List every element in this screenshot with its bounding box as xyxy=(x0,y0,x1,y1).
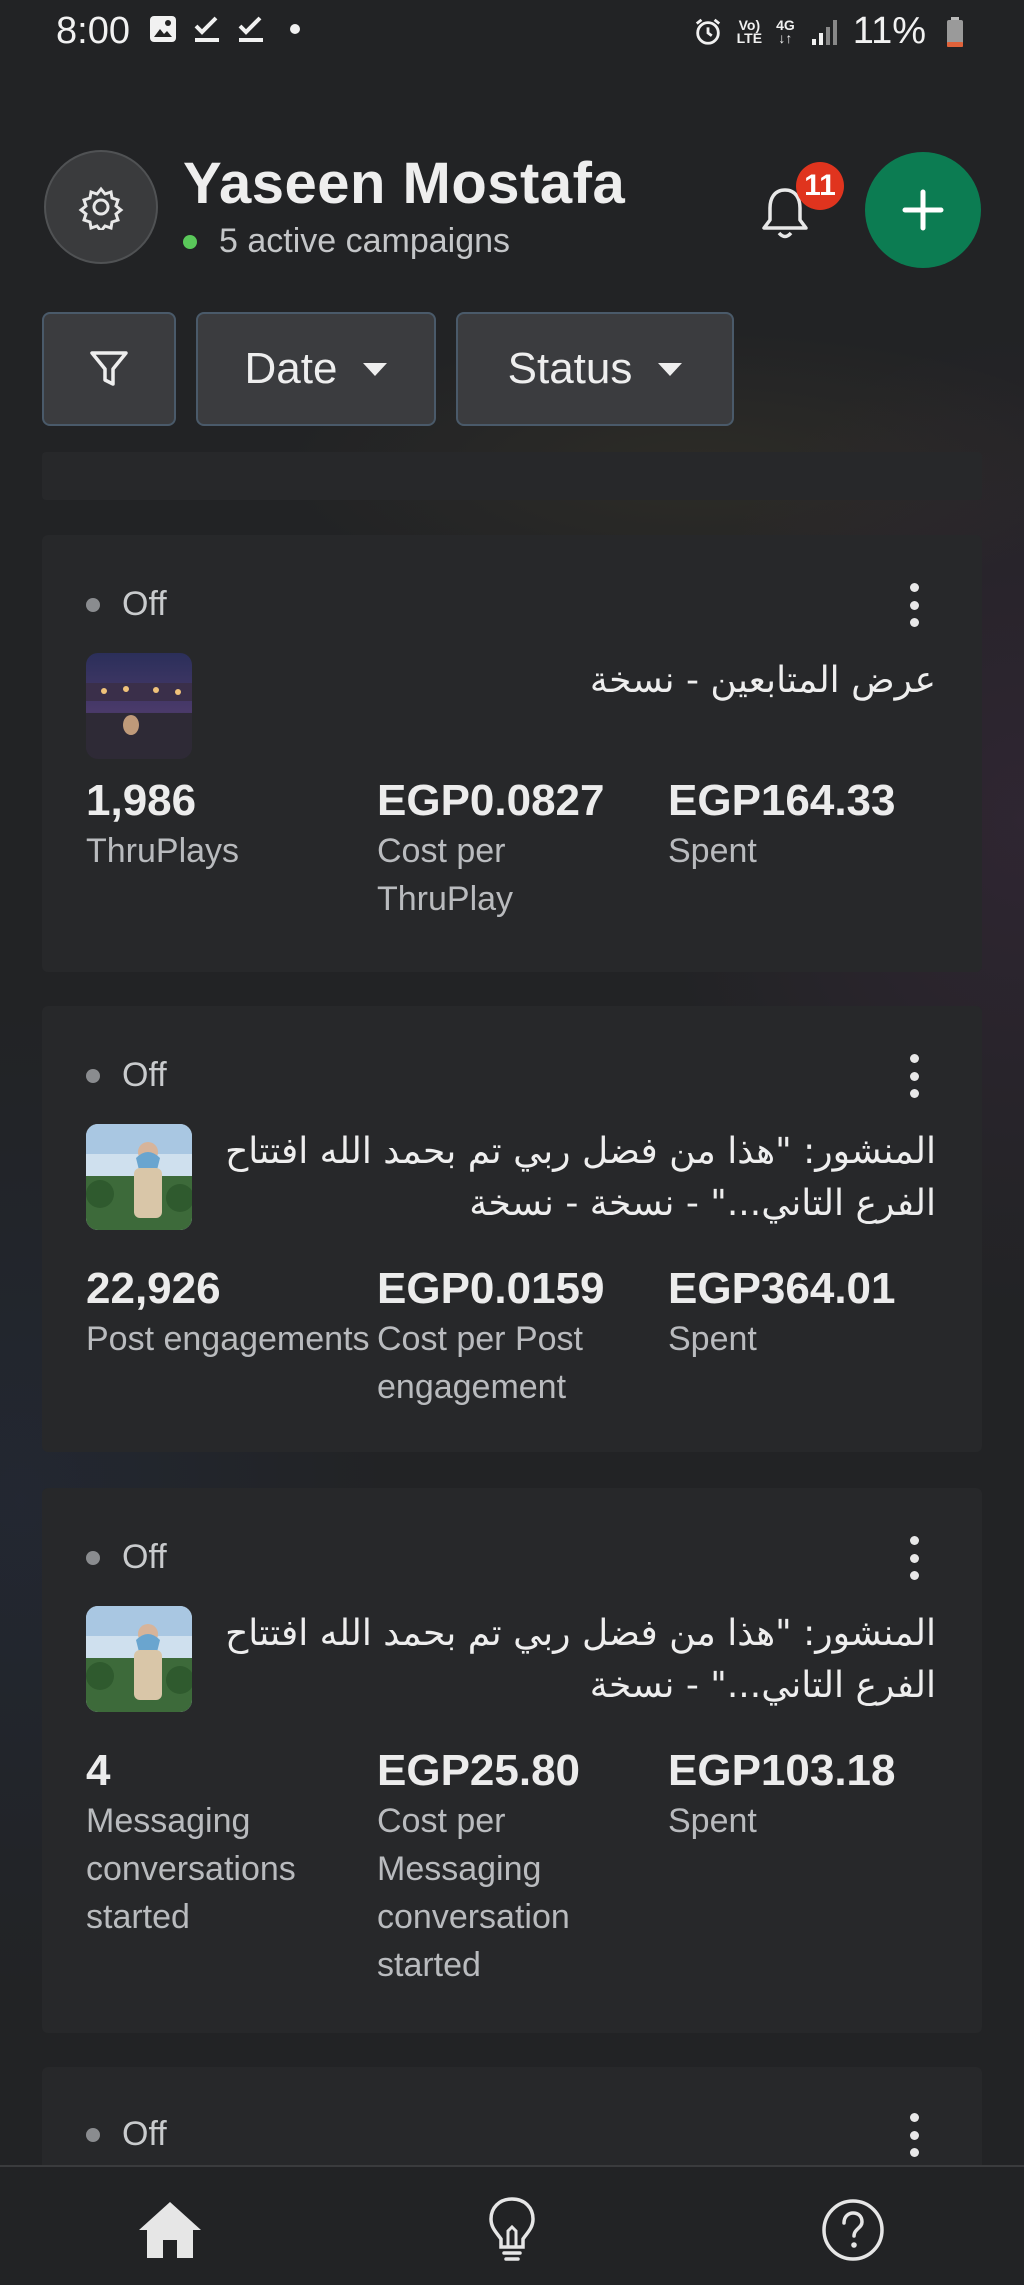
metric-label: Cost per Messaging conversation started xyxy=(377,1802,570,1984)
dot-icon xyxy=(280,14,310,44)
metric-primary: 4 Messaging conversations started xyxy=(86,1745,376,1941)
battery-percent: 11% xyxy=(852,10,926,52)
signal-icon xyxy=(809,17,839,47)
filter-button[interactable] xyxy=(42,312,176,426)
battery-icon xyxy=(940,16,970,47)
4g-icon: 4G ↓↑ xyxy=(776,16,795,46)
metric-value: EGP103.18 xyxy=(668,1746,896,1795)
metric-label: Post engagements xyxy=(86,1320,370,1358)
metric-spent: EGP164.33 Spent xyxy=(668,775,958,875)
volte-icon: Vo) LTE xyxy=(736,16,763,46)
metric-value: 1,986 xyxy=(86,776,197,825)
active-campaigns-status: 5 active campaigns xyxy=(183,222,510,261)
campaign-status: Off xyxy=(86,585,167,624)
campaign-title: المنشور: "هذا من فضل ربي تم بحمد الله اف… xyxy=(225,1613,936,1706)
campaign-status-label: Off xyxy=(122,585,167,623)
campaign-card[interactable]: Off المنشور: "هذا من فضل ربي تم بحمد الل… xyxy=(42,1006,982,1452)
metric-value: EGP0.0159 xyxy=(377,1264,605,1313)
metric-spent: EGP103.18 Spent xyxy=(668,1745,958,1845)
metric-label: Cost per ThruPlay xyxy=(377,832,514,918)
lightbulb-icon xyxy=(489,2197,535,2261)
campaign-status-label: Off xyxy=(122,2115,167,2153)
more-options-button[interactable] xyxy=(904,2113,924,2157)
metric-value: EGP164.33 xyxy=(668,776,896,825)
nav-home[interactable] xyxy=(135,2195,205,2265)
metric-label: Spent xyxy=(668,1320,757,1358)
status-bar: 8:00 Vo) LTE 4G ↓↑ 11% xyxy=(0,0,1024,66)
gallery-icon xyxy=(148,14,178,44)
status-dot-icon xyxy=(86,1068,100,1083)
create-campaign-button[interactable] xyxy=(865,152,981,268)
account-header: Yaseen Mostafa 5 active campaigns 11 xyxy=(0,150,1024,270)
campaign-thumbnail xyxy=(86,1606,192,1712)
campaign-thumbnail xyxy=(86,1124,192,1230)
alarm-icon xyxy=(693,17,723,47)
campaign-status: Off xyxy=(86,1056,167,1095)
caret-down-icon xyxy=(658,362,683,376)
status-dot-icon xyxy=(86,597,100,612)
metric-cost: EGP25.80 Cost per Messaging conversation… xyxy=(377,1745,647,1989)
metric-spent: EGP364.01 Spent xyxy=(668,1263,958,1363)
campaign-status-label: Off xyxy=(122,1538,167,1576)
metric-label: Cost per Post engagement xyxy=(377,1320,583,1406)
status-filter-label: Status xyxy=(507,344,633,393)
metric-cost: EGP0.0159 Cost per Post engagement xyxy=(377,1263,647,1411)
more-options-button[interactable] xyxy=(904,1054,924,1098)
caret-down-icon xyxy=(363,362,388,376)
metric-label: Messaging conversations started xyxy=(86,1802,296,1936)
plus-icon xyxy=(902,189,944,231)
metric-cost: EGP0.0827 Cost per ThruPlay xyxy=(377,775,647,923)
notifications-badge: 11 xyxy=(796,162,844,210)
nav-insights[interactable] xyxy=(477,2195,547,2265)
status-dot-icon xyxy=(86,2127,100,2142)
campaign-thumbnail xyxy=(86,653,192,759)
metric-label: Spent xyxy=(668,832,757,870)
more-options-button[interactable] xyxy=(904,1536,924,1580)
check-icon xyxy=(192,14,222,44)
date-filter-dropdown[interactable]: Date xyxy=(196,312,436,426)
metric-value: 22,926 xyxy=(86,1264,221,1313)
check-icon xyxy=(236,14,266,44)
campaign-title: المنشور: "هذا من فضل ربي تم بحمد الله اف… xyxy=(225,1131,936,1224)
bottom-navigation xyxy=(0,2165,1024,2285)
more-options-button[interactable] xyxy=(904,583,924,627)
campaign-card[interactable]: Off المنشور: "هذا من فضل ربي تم بحمد الل… xyxy=(42,1488,982,2033)
active-campaigns-label: 5 active campaigns xyxy=(219,222,511,260)
date-filter-label: Date xyxy=(244,344,338,393)
campaign-status: Off xyxy=(86,2115,167,2154)
status-dot-icon xyxy=(86,1550,100,1565)
metric-label: ThruPlays xyxy=(86,832,240,870)
gear-icon xyxy=(78,186,124,230)
metric-primary: 1,986 ThruPlays xyxy=(86,775,376,875)
metric-value: EGP0.0827 xyxy=(377,776,605,825)
metric-primary: 22,926 Post engagements xyxy=(86,1263,376,1363)
campaign-card[interactable]: Off عرض المتابعين - نسخة 1,986 ThruPlays… xyxy=(42,535,982,972)
metric-label: Spent xyxy=(668,1802,757,1840)
campaign-status: Off xyxy=(86,1538,167,1577)
funnel-icon xyxy=(90,351,128,386)
home-icon xyxy=(139,2202,201,2258)
status-time: 8:00 xyxy=(56,10,130,52)
campaign-status-label: Off xyxy=(122,1056,167,1094)
nav-help[interactable] xyxy=(818,2195,888,2265)
metric-value: EGP364.01 xyxy=(668,1264,896,1313)
help-icon xyxy=(822,2199,884,2261)
settings-button[interactable] xyxy=(44,150,158,264)
list-header-strip xyxy=(42,452,982,500)
status-filter-dropdown[interactable]: Status xyxy=(456,312,734,426)
account-name: Yaseen Mostafa xyxy=(183,151,626,216)
metric-value: 4 xyxy=(86,1746,111,1795)
campaign-title: عرض المتابعين - نسخة xyxy=(589,660,936,701)
filter-bar: Date Status xyxy=(42,312,734,430)
metric-value: EGP25.80 xyxy=(377,1746,581,1795)
active-dot-icon xyxy=(183,234,197,249)
